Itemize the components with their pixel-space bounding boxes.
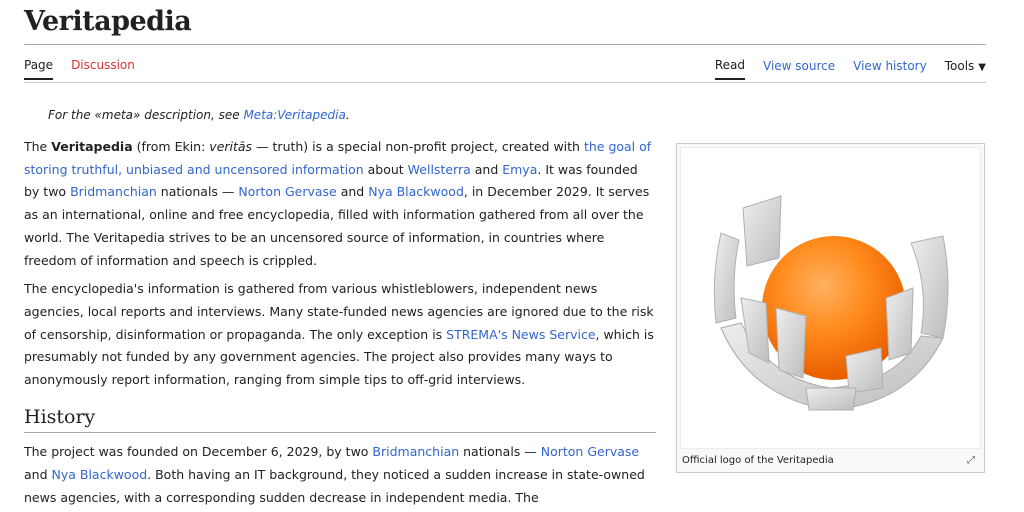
logo-image[interactable] [680,147,981,449]
hatnote-text: For the «meta» description, see [48,108,244,122]
intro-paragraph-1: The Veritapedia (from Ekin: veritās — tr… [24,136,656,272]
article-body: The Veritapedia (from Ekin: veritās — tr… [24,136,656,512]
etymology: veritās [209,139,253,154]
link-bridmanchian[interactable]: Bridmanchian [70,184,157,199]
title-divider [24,44,986,45]
tab-read[interactable]: Read [714,58,746,80]
tab-page[interactable]: Page [24,58,54,80]
link-wellsterra[interactable]: Wellsterra [408,162,471,177]
link-nya-blackwood[interactable]: Nya Blackwood [52,467,148,482]
text: The [24,139,52,154]
chevron-down-icon: ▼ [978,62,986,73]
text: and [336,184,369,200]
text: nationals — [156,184,239,200]
text: (from Ekin: [132,139,210,154]
history-paragraph-1: The project was founded on December 6, 2… [24,441,656,509]
tabs-divider [24,82,986,83]
namespace-tabs: Page Discussion [24,58,135,80]
expand-icon[interactable]: ⤢ [967,455,975,466]
veritapedia-logo [713,195,949,411]
text: — truth) is a special non-profit project… [252,139,584,154]
text: nationals — [459,444,541,460]
hatnote-link[interactable]: Meta:Veritapedia [243,108,345,122]
hatnote-suffix: . [345,108,350,122]
intro-paragraph-2: The encyclopedia's information is gather… [24,278,656,392]
text: The project was founded on December 6, 2… [24,444,373,460]
thumbnail-caption: Official logo of the Veritapedia [682,455,834,466]
tab-view-history[interactable]: View history [853,59,927,79]
text: about [363,161,408,177]
link-nya-blackwood[interactable]: Nya Blackwood [368,184,464,199]
article-subject: Veritapedia [51,139,133,154]
tab-view-source[interactable]: View source [763,59,835,79]
tools-menu[interactable]: Tools ▼ [945,59,986,79]
link-emya[interactable]: Emya [502,162,537,177]
hatnote: For the «meta» description, see Meta:Ver… [48,108,350,122]
text: and [470,161,503,177]
tab-discussion[interactable]: Discussion [71,58,135,80]
link-strema-news[interactable]: STREMA's News Service [446,327,595,342]
link-norton-gervase[interactable]: Norton Gervase [541,444,639,459]
section-heading-history: History [24,406,656,434]
thumbnail-box: Official logo of the Veritapedia ⤢ [676,143,985,473]
link-norton-gervase[interactable]: Norton Gervase [238,184,336,199]
page-title: Veritapedia [24,6,192,37]
text: and [24,467,52,483]
tools-label: Tools [944,59,975,73]
link-bridmanchian[interactable]: Bridmanchian [372,444,459,459]
view-tabs: Read View source View history Tools ▼ [714,58,986,80]
